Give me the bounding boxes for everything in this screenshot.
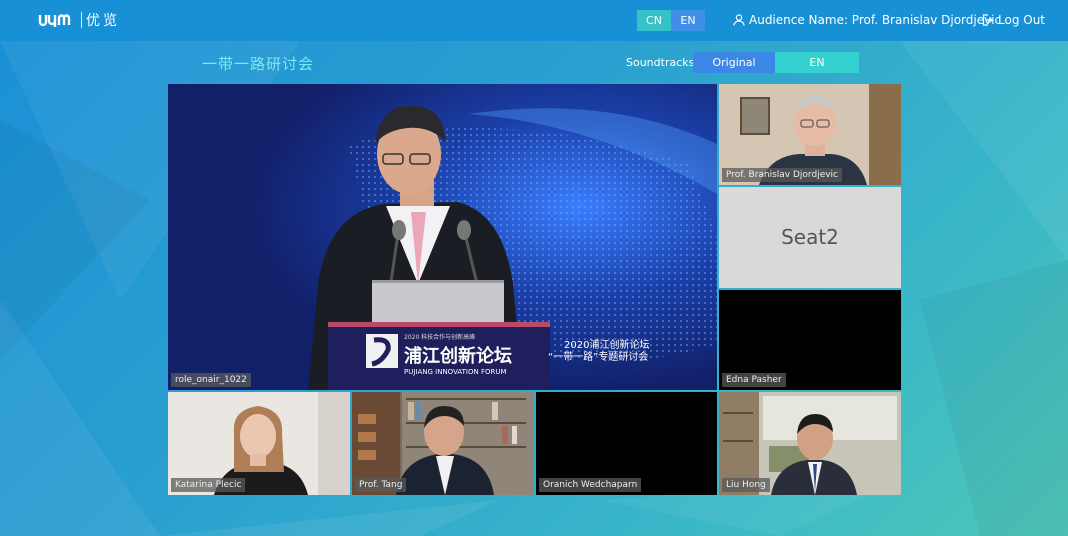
- logout-label: Log Out: [998, 13, 1046, 27]
- participant-label: Katarina Plecic: [171, 478, 246, 492]
- logout-button[interactable]: Log Out: [982, 13, 1045, 27]
- participant-tile-liu-hong[interactable]: Liu Hong: [719, 392, 901, 495]
- participant-tile-seat2[interactable]: Seat2: [719, 187, 901, 288]
- podium-title: 浦江创新论坛: [404, 345, 512, 367]
- audience-name: Audience Name: Prof. Branislav Djordjevi…: [733, 13, 1001, 27]
- language-toggle: CN EN: [637, 10, 705, 31]
- lang-en-button[interactable]: EN: [671, 10, 705, 31]
- soundtrack-original-button[interactable]: Original: [693, 52, 775, 73]
- podium-subtitle: PUJIANG INNOVATION FORUM: [404, 368, 507, 376]
- podium-top-line: 2020 科技合作与创新高峰: [404, 333, 475, 341]
- participant-label: Prof. Tang: [355, 478, 407, 492]
- audience-name-label: Audience Name: Prof. Branislav Djordjevi…: [749, 13, 1002, 27]
- video-grid: 2020 科技合作与创新高峰 浦江创新论坛 PUJIANG INNOVATION…: [168, 84, 901, 495]
- seat-placeholder-label: Seat2: [781, 225, 839, 249]
- participant-label: Prof. Branislav Djordjevic: [722, 168, 843, 182]
- participant-tile-pasher[interactable]: Edna Pasher: [719, 290, 901, 390]
- lang-cn-button[interactable]: CN: [637, 10, 671, 31]
- participant-label: Oranich Wedchaparn: [539, 478, 642, 492]
- participant-tile-wedchaparn[interactable]: Oranich Wedchaparn: [536, 392, 717, 495]
- participant-tile-djordjevic[interactable]: Prof. Branislav Djordjevic: [719, 84, 901, 185]
- main-video-feed: 2020 科技合作与创新高峰 浦江创新论坛 PUJIANG INNOVATION…: [168, 84, 717, 390]
- logo-icon: [38, 14, 71, 27]
- stage-text-line1: 2020浦江创新论坛: [564, 338, 649, 351]
- stage-text-line2: “一带一路”专题研讨会: [548, 350, 648, 363]
- participant-label: Liu Hong: [722, 478, 770, 492]
- logo-divider: [81, 12, 82, 28]
- meeting-title: 一带一路研讨会: [202, 55, 315, 73]
- soundtrack-en-button[interactable]: EN: [775, 52, 859, 73]
- top-bar: 优览 CN EN Audience Name: Prof. Branislav …: [0, 0, 1068, 41]
- participant-tile-plecic[interactable]: Katarina Plecic: [168, 392, 350, 495]
- participant-label: Edna Pasher: [722, 373, 786, 387]
- soundtrack-toggle: Original EN: [693, 52, 859, 73]
- participant-tile-tang[interactable]: Prof. Tang: [352, 392, 534, 495]
- logout-icon: [982, 14, 993, 26]
- main-video-tile[interactable]: 2020 科技合作与创新高峰 浦江创新论坛 PUJIANG INNOVATION…: [168, 84, 717, 390]
- app-logo: 优览: [38, 10, 120, 30]
- logo-text: 优览: [86, 13, 120, 29]
- soundtracks-label: Soundtracks: [626, 56, 695, 69]
- main-video-label: role_onair_1022: [171, 373, 251, 387]
- user-icon: [733, 14, 745, 26]
